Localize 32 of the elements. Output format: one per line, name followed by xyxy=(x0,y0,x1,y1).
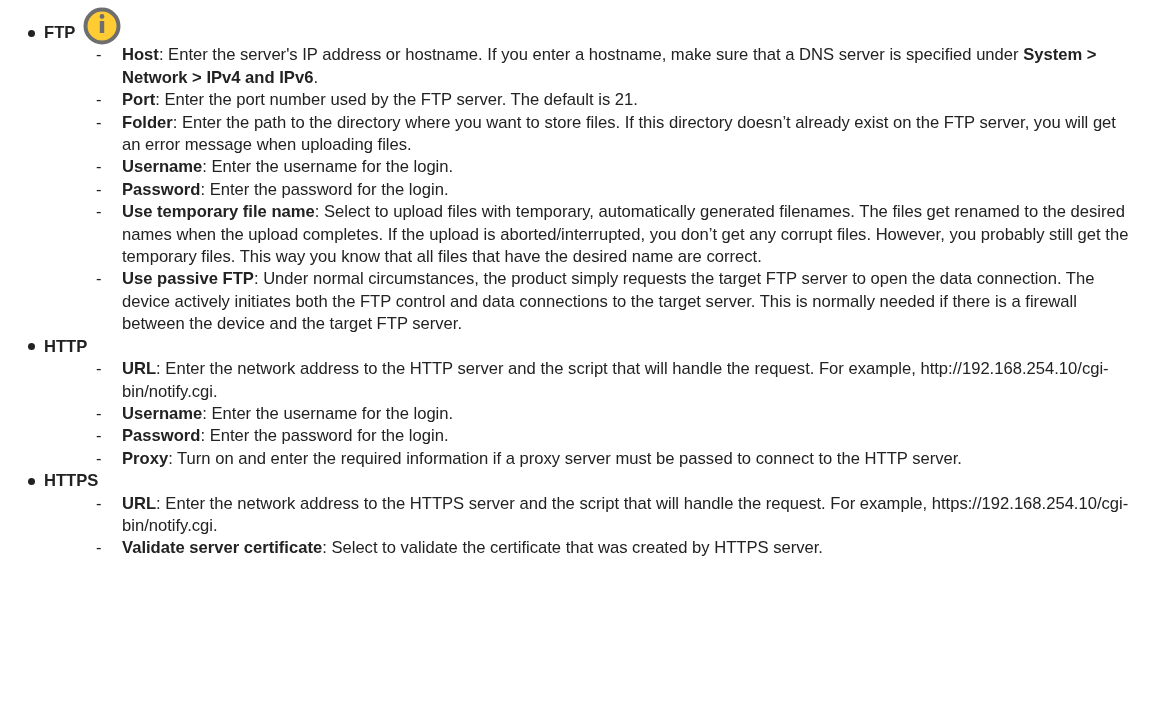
section-heading: HTTPS xyxy=(44,470,99,493)
dash-marker: - xyxy=(96,178,103,201)
item-description: Use temporary file name: Select to upload files with temporary, automatically generated filenames. The files get renamed to the desired names when the upload completes. If the upload is aborted/interrupted, you don’t get any corrupt files. However, you probably still get the temporary files. This way you know that all files that have the desired name are correct. xyxy=(122,201,1130,269)
item-description: URL: Enter the network address to the HTTPS server and the script that will handle the request. For example, https://192.168.254.10/cgi-bin/notify.cgi. xyxy=(122,492,1130,537)
dash-marker: - xyxy=(96,358,103,381)
dash-marker: - xyxy=(96,537,103,560)
item-description: Validate server certificate: Select to validate the certificate that was created by HTTPS server. xyxy=(122,537,823,560)
bullet-icon xyxy=(28,477,35,485)
item-description: Proxy: Turn on and enter the required information if a proxy server must be passed to connect to the HTTP server. xyxy=(122,447,962,470)
section-heading: FTP xyxy=(44,22,76,44)
dash-marker: - xyxy=(96,156,103,179)
item-description: Folder: Enter the path to the directory where you want to store files. If this directory doesn’t already exist on the FTP server, you will get an error message when uploading files. xyxy=(122,111,1117,157)
dash-marker: - xyxy=(96,44,103,67)
dash-marker: - xyxy=(96,447,103,470)
item-description: Password: Enter the password for the login. xyxy=(122,178,449,201)
item-description: URL: Enter the network address to the HTTP server and the script that will handle the request. For example, http://192.168.254.10/cgi-bin/notify.cgi. xyxy=(122,358,1110,403)
item-description: Username: Enter the username for the login. xyxy=(122,156,454,179)
item-description: Username: Enter the username for the login. xyxy=(122,402,454,425)
dash-marker: - xyxy=(96,425,103,448)
item-description: Host: Enter the server's IP address or hostname. If you enter a hostname, make sure that a DNS server is specified under System > Network > IPv4 and IPv6. xyxy=(122,44,1098,89)
item-description: Password: Enter the password for the login. xyxy=(122,425,449,448)
item-description: Use passive FTP: Under normal circumstances, the product simply requests the target FTP server to open the data connection. The device actively initiates both the FTP control and data connections to the target server. This is normally needed if there is a firewall between the device and the target FTP server. xyxy=(122,268,1096,336)
item-description: Port: Enter the port number used by the FTP server. The default is 21. xyxy=(122,89,638,112)
dash-marker: - xyxy=(96,89,103,112)
section-heading: HTTP xyxy=(44,335,88,358)
bullet-icon xyxy=(28,29,35,37)
dash-marker: - xyxy=(96,201,103,224)
bullet-icon xyxy=(28,343,35,351)
dash-marker: - xyxy=(96,492,103,515)
dash-marker: - xyxy=(96,111,103,134)
dash-marker: - xyxy=(96,268,103,291)
dash-marker: - xyxy=(96,402,103,425)
